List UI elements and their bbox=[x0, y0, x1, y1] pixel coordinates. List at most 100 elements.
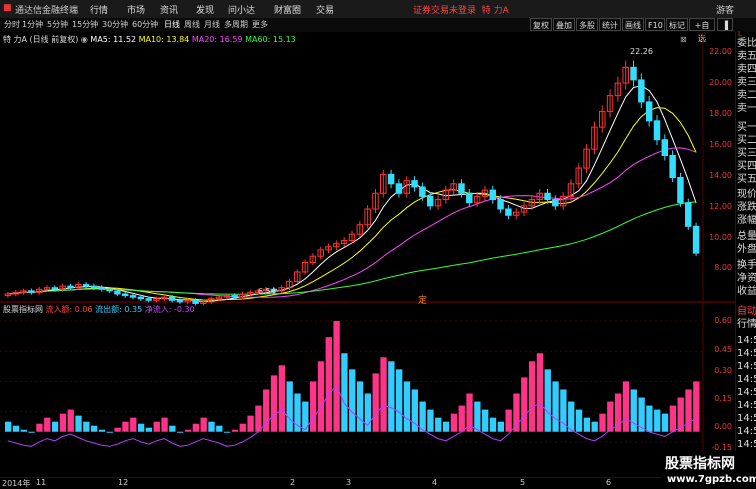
candle-body bbox=[90, 285, 98, 289]
adjust-button[interactable]: 复权 bbox=[530, 18, 552, 31]
settings-icon[interactable]: ◉ bbox=[81, 35, 88, 44]
ma10-label: MA10: 13.84 bbox=[138, 35, 190, 44]
period-60min[interactable]: 60分钟 bbox=[132, 19, 158, 30]
chart-close-icon[interactable]: ⊠ bbox=[680, 35, 687, 44]
period-more[interactable]: 更多 bbox=[252, 19, 268, 30]
side-label: 买三 bbox=[737, 148, 756, 159]
ma60-line bbox=[7, 201, 697, 295]
indicator-bar bbox=[341, 353, 348, 432]
multi-stock-button[interactable]: 多股 bbox=[576, 18, 598, 31]
stats-button[interactable]: 统计 bbox=[599, 18, 621, 31]
side-label: 净资 bbox=[737, 273, 756, 284]
period-month[interactable]: 月线 bbox=[204, 19, 220, 30]
indicator-bar bbox=[130, 417, 137, 432]
candle-body bbox=[411, 180, 418, 188]
indicator-bar bbox=[114, 427, 121, 432]
indicator-bar bbox=[396, 369, 403, 432]
period-15min[interactable]: 15分钟 bbox=[72, 19, 98, 30]
add-watchlist-button[interactable]: +自选 bbox=[689, 18, 715, 43]
menu-item-wealth[interactable]: 财富圈 bbox=[274, 3, 301, 16]
indicator-bar bbox=[685, 389, 692, 432]
date-tick: 2014年 bbox=[2, 479, 31, 488]
menu-item-trade[interactable]: 交易 bbox=[316, 3, 334, 16]
overlay-button[interactable]: 叠加 bbox=[553, 18, 575, 31]
draw-button[interactable]: 画线 bbox=[622, 18, 644, 31]
watermark-title: 股票指标网 bbox=[665, 456, 735, 472]
indicator-bar bbox=[239, 423, 246, 432]
menu-item-markets[interactable]: 市场 bbox=[127, 3, 145, 16]
tick-time: 14:5 bbox=[737, 413, 756, 424]
period-day[interactable]: 日线 bbox=[164, 19, 180, 30]
price-tick: 10.00 bbox=[709, 233, 732, 242]
indicator-bar bbox=[403, 381, 411, 432]
indicator-bar bbox=[278, 365, 286, 432]
period-week[interactable]: 周线 bbox=[184, 19, 200, 30]
candle-body bbox=[661, 139, 669, 156]
indicator-bar bbox=[388, 361, 395, 432]
date-tick: 5 bbox=[520, 478, 526, 487]
indicator-bar bbox=[489, 417, 497, 432]
period-30min[interactable]: 30分钟 bbox=[102, 19, 128, 30]
menu-item-market[interactable]: 行情 bbox=[90, 3, 108, 16]
candle-body bbox=[669, 154, 676, 179]
toolbar: 分时 1分钟 5分钟 15分钟 30分钟 60分钟 日线 周线 月线 多周期 更… bbox=[0, 18, 756, 43]
netflow-label: 净流入: -0.30 bbox=[144, 305, 195, 314]
period-multi[interactable]: 多周期 bbox=[224, 19, 248, 30]
indicator-bar bbox=[552, 381, 559, 432]
f10-button[interactable]: F10 bbox=[645, 18, 665, 31]
candle-body bbox=[458, 183, 465, 194]
date-tick: 4 bbox=[432, 478, 438, 487]
menu-item-news[interactable]: 资讯 bbox=[160, 3, 178, 16]
quote-side-panel: L 委比 卖五 卖四 卖三 卖二 卖一 买一 买二 买三 买四 买五 现价 涨跌… bbox=[735, 30, 756, 477]
price-tick: 20.00 bbox=[709, 78, 732, 87]
candle-body bbox=[638, 79, 645, 103]
menu-item-ask[interactable]: 问小达 bbox=[228, 3, 255, 16]
indicator-bar bbox=[98, 429, 106, 432]
period-tick[interactable]: 分时 bbox=[4, 19, 20, 30]
indicator-bar bbox=[364, 393, 372, 432]
ma20-label: MA20: 16.59 bbox=[191, 35, 243, 44]
mark-button[interactable]: 标记 bbox=[666, 18, 688, 31]
candle-body bbox=[114, 290, 121, 295]
guest-label[interactable]: 游客 bbox=[716, 3, 734, 16]
candle-body bbox=[129, 295, 137, 298]
chart-title: 特 力A (日线 前复权) bbox=[3, 35, 79, 44]
indicator-bar bbox=[450, 413, 458, 432]
auto-label[interactable]: 自动 bbox=[737, 306, 756, 318]
period-5min[interactable]: 5分钟 bbox=[47, 19, 68, 30]
indicator-tick: 0.15 bbox=[714, 394, 732, 403]
period-1min[interactable]: 1分钟 bbox=[22, 19, 43, 30]
candle-body bbox=[231, 295, 238, 298]
indicator-bar bbox=[247, 415, 254, 432]
indicator-bar bbox=[51, 421, 59, 432]
indicator-bar bbox=[145, 427, 153, 432]
candle-body bbox=[192, 299, 199, 304]
menu-bar: ■ 通达信金融终端 行情 市场 资讯 发现 问小达 财富圈 交易 证券交易未登录… bbox=[0, 0, 756, 19]
menu-item-discover[interactable]: 发现 bbox=[196, 3, 214, 16]
login-alert[interactable]: 证券交易未登录 特 力A bbox=[413, 3, 509, 16]
candle-body bbox=[67, 285, 74, 289]
indicator-bar bbox=[575, 409, 583, 432]
indicator-bar bbox=[497, 421, 504, 432]
kline-chart[interactable] bbox=[0, 32, 735, 477]
main-legend: 特 力A (日线 前复权) ◉ MA5: 11.52 MA10: 13.84 M… bbox=[3, 34, 296, 45]
indicator-bar bbox=[380, 357, 387, 432]
side-label: 收益 bbox=[737, 286, 756, 297]
ma60-label: MA60: 15.13 bbox=[245, 35, 296, 44]
indicator-bar bbox=[333, 321, 340, 432]
indicator-name: 股票指标网 bbox=[3, 305, 43, 314]
indicator-bar bbox=[161, 417, 168, 432]
watermark-url: www.7gpzb.com bbox=[667, 474, 756, 485]
tick-time: 14:5 bbox=[737, 439, 756, 450]
ma5-label: MA5: 11.52 bbox=[90, 35, 137, 44]
indicator-bar bbox=[419, 401, 426, 432]
app-logo-icon: ■ bbox=[3, 3, 12, 13]
tick-time: 14:5 bbox=[737, 348, 756, 359]
tick-time: 14:5 bbox=[737, 387, 756, 398]
side-label: 现价 bbox=[737, 189, 756, 200]
side-label: 买二 bbox=[737, 135, 756, 146]
panel-toggle-icon[interactable]: ▐ bbox=[717, 18, 733, 31]
indicator-bar bbox=[192, 423, 200, 432]
date-tick: 2 bbox=[290, 478, 296, 487]
indicator-tick: 0.60 bbox=[714, 316, 732, 325]
